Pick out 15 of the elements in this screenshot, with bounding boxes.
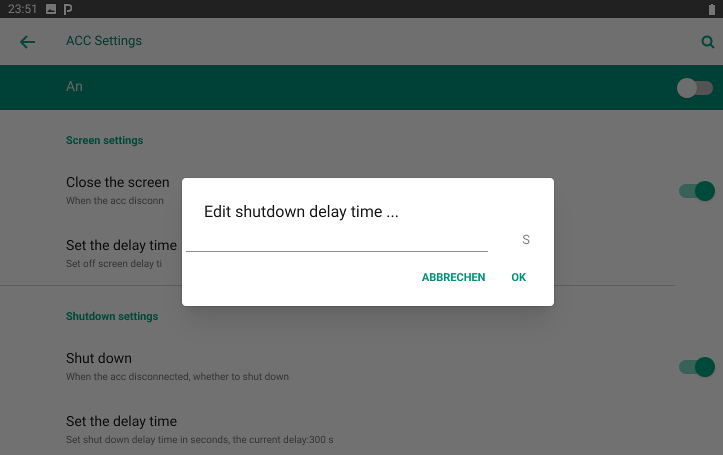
- master-switch-label: An: [66, 78, 84, 97]
- setting-summary: Set off screen delay ti: [66, 258, 162, 272]
- unit-label: S: [522, 232, 530, 250]
- setting-summary: Set shut down delay time in seconds, the current delay:300 s: [66, 434, 334, 448]
- screen-title: ACC Settings: [66, 32, 142, 51]
- dialog-title: Edit shutdown delay time ...: [204, 201, 400, 223]
- setting-title: Set the delay time: [66, 412, 177, 432]
- setting-title: Close the screen: [66, 174, 170, 192]
- setting-summary: When the acc disconnected, whether to shut down: [66, 370, 289, 384]
- section-header: Shutdown settings: [66, 310, 158, 323]
- setting-title: Shut down: [66, 350, 132, 368]
- section-header: Screen settings: [66, 134, 144, 147]
- setting-title: Set the delay time: [66, 236, 177, 256]
- clock-text: 23:51: [8, 1, 38, 18]
- setting-summary: When the acc disconn: [66, 194, 164, 208]
